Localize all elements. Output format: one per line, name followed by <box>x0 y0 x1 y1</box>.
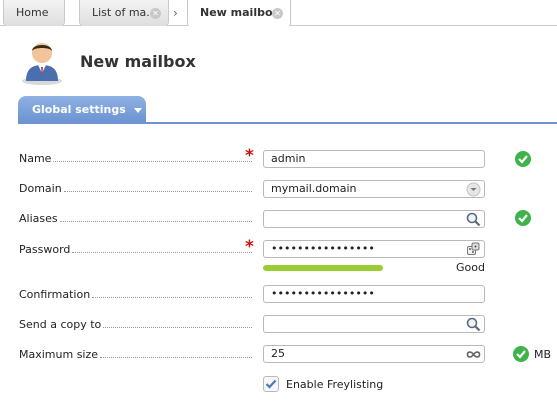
password-strength-bar <box>263 265 383 271</box>
confirmation-label: Confirmation <box>19 288 252 301</box>
max-size-value: 25 <box>271 347 285 360</box>
confirmation-value: •••••••••••••••• <box>271 287 375 300</box>
check-circle-icon <box>515 151 531 167</box>
tab-global-settings[interactable]: Global settings <box>18 96 146 123</box>
password-label: Password <box>19 243 252 256</box>
page-title: New mailbox <box>80 52 196 71</box>
required-marker: * <box>245 237 254 257</box>
freylisting-checkbox[interactable] <box>263 376 279 392</box>
tab-new-mailbox[interactable]: New mailbox ✕ <box>187 0 291 27</box>
chevron-right-icon: › <box>173 6 178 20</box>
name-label: Name <box>19 152 252 165</box>
confirmation-field[interactable]: •••••••••••••••• <box>263 285 485 303</box>
check-circle-icon <box>513 346 529 362</box>
password-field[interactable]: •••••••••••••••• <box>263 240 485 258</box>
chevron-down-icon[interactable] <box>466 182 481 197</box>
name-field[interactable]: admin <box>263 150 485 168</box>
name-value: admin <box>271 152 306 165</box>
send-copy-field[interactable] <box>263 315 485 333</box>
close-icon[interactable]: ✕ <box>150 8 161 19</box>
tab-list-of-mailboxes[interactable]: List of ma... ✕ <box>79 0 169 26</box>
tab-new-mailbox-label: New mailbox <box>200 6 280 19</box>
aliases-label: Aliases <box>19 212 252 225</box>
size-unit: MB <box>534 348 552 361</box>
aliases-field[interactable] <box>263 210 485 228</box>
tab-home-label: Home <box>16 6 49 19</box>
domain-label: Domain <box>19 182 252 195</box>
tab-home[interactable]: Home <box>3 0 65 26</box>
caret-down-icon <box>133 107 142 113</box>
section-tab-label: Global settings <box>32 103 126 116</box>
infinity-icon[interactable] <box>466 347 481 362</box>
freylisting-label: Enable Freylisting <box>286 378 384 391</box>
max-size-field[interactable]: 25 <box>263 345 485 363</box>
tab-bar: Home List of ma... ✕ › New mailbox ✕ <box>0 0 557 27</box>
domain-select[interactable]: mymail.domain <box>263 180 485 198</box>
close-icon[interactable]: ✕ <box>272 8 283 19</box>
dice-icon[interactable] <box>466 242 481 257</box>
check-circle-icon <box>515 210 531 226</box>
user-avatar-icon <box>18 37 66 85</box>
password-value: •••••••••••••••• <box>271 242 375 255</box>
send-copy-label: Send a copy to <box>19 318 252 331</box>
tab-list-label: List of ma... <box>92 6 157 19</box>
magnifier-icon[interactable] <box>466 212 481 227</box>
max-size-label: Maximum size <box>19 348 252 361</box>
magnifier-icon[interactable] <box>466 317 481 332</box>
password-strength-label: Good <box>456 261 485 274</box>
required-marker: * <box>245 146 254 166</box>
domain-value: mymail.domain <box>271 182 357 195</box>
